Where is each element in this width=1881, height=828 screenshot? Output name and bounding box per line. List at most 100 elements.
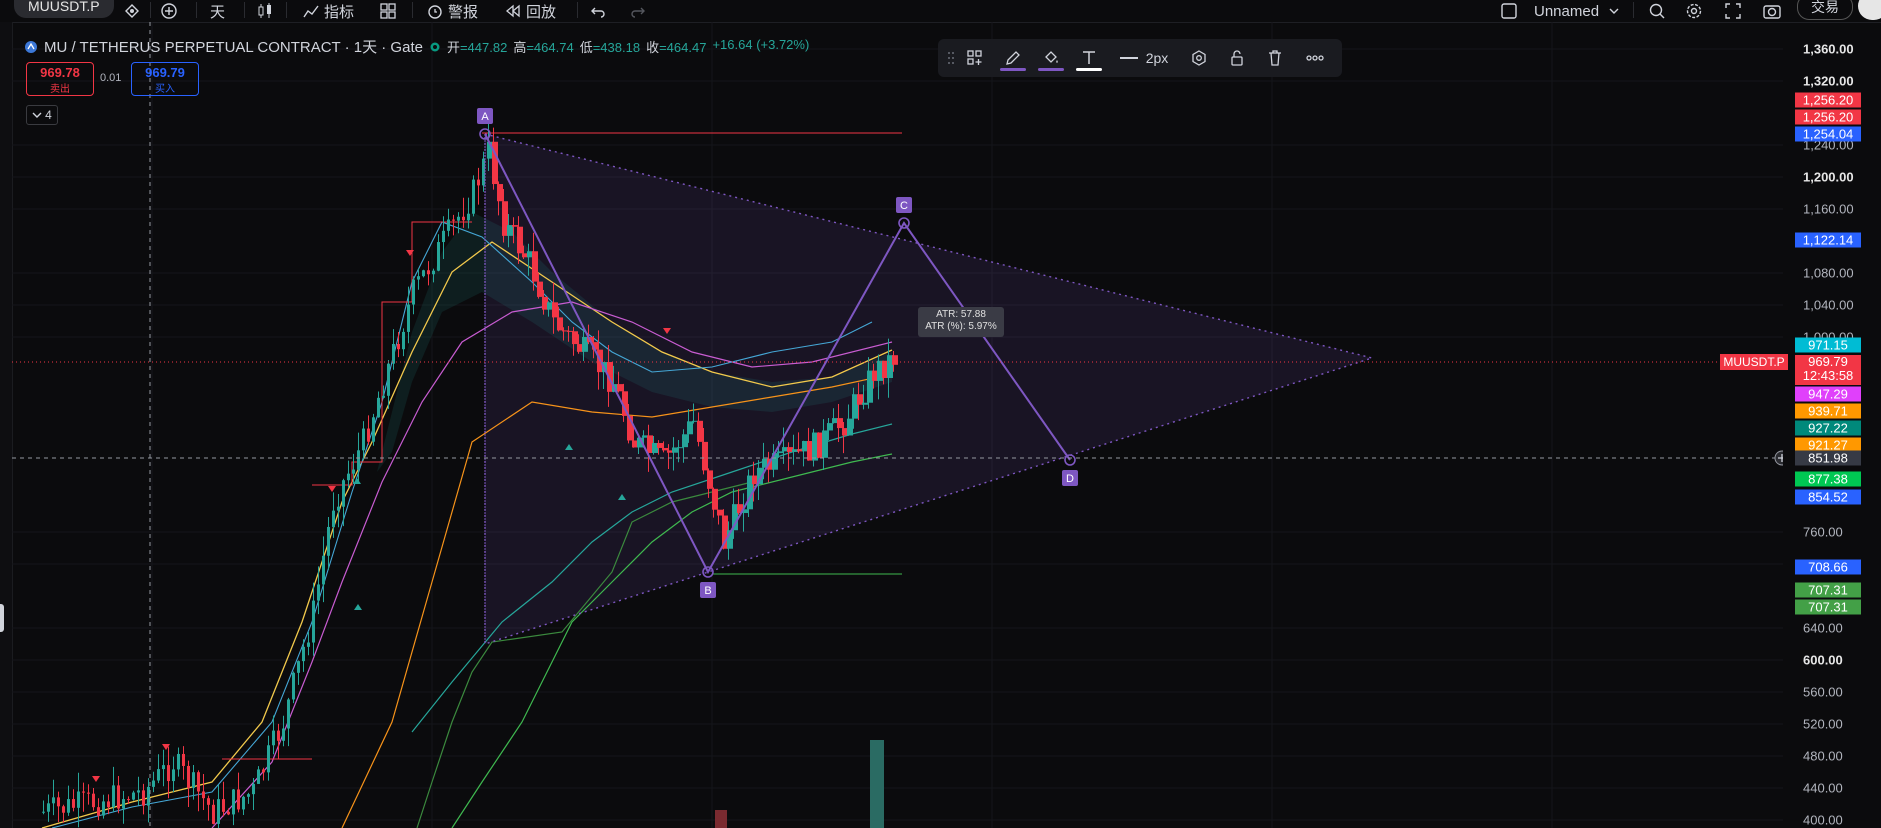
price-tick: 1,080.00 <box>1803 265 1854 281</box>
candle-body <box>682 434 688 448</box>
volume-bar <box>715 810 727 828</box>
sell-button[interactable]: 969.78 卖出 <box>26 62 94 96</box>
price-chart[interactable]: A B C D <box>12 22 1783 828</box>
price-tick: 520.00 <box>1803 716 1843 732</box>
symbol-axis-label: MUUSDT.P <box>1720 354 1788 370</box>
candle-body <box>297 661 300 673</box>
price-label: 854.52 <box>1795 489 1861 505</box>
layout-checkbox[interactable] <box>1500 0 1518 22</box>
crosshair-plus-icon <box>1774 450 1783 466</box>
pencil-icon <box>1006 51 1020 65</box>
line-width-icon <box>1119 57 1138 59</box>
candle-body <box>697 420 703 442</box>
divider <box>150 2 151 18</box>
fullscreen-icon[interactable] <box>1724 0 1742 22</box>
candle-body <box>107 801 110 808</box>
candle-body <box>417 276 420 280</box>
candle-body <box>827 423 833 431</box>
candle-body <box>847 418 853 436</box>
candle-body <box>212 804 215 824</box>
candle-body <box>277 730 280 741</box>
market-open-dot-icon <box>430 42 440 51</box>
add-symbol-icon[interactable] <box>160 0 178 22</box>
fill-color-button[interactable] <box>1036 39 1066 77</box>
candle-body <box>112 785 115 808</box>
interval-button[interactable]: 天 <box>210 0 225 22</box>
candle-body <box>217 799 220 824</box>
candle-body <box>252 783 255 795</box>
candle-body <box>442 230 445 243</box>
trade-label: 交易 <box>1811 0 1839 15</box>
candle-body <box>122 799 125 809</box>
price-tick: 1,040.00 <box>1803 297 1854 313</box>
undo-icon[interactable] <box>590 0 606 22</box>
symbol-search-button[interactable]: MUUSDT.P <box>14 0 114 18</box>
trash-icon[interactable] <box>1260 39 1290 77</box>
replay-label: 回放 <box>526 3 557 21</box>
candle-body <box>707 470 713 489</box>
open-value: =447.82 <box>459 40 508 55</box>
symbol-name: MUUSDT.P <box>28 0 100 14</box>
change-value: +16.64 (+3.72%) <box>712 37 810 52</box>
quick-search-icon[interactable] <box>1648 0 1666 22</box>
candle-body <box>172 769 175 782</box>
price-axis[interactable]: 1,360.00 1,320.00 1,240.00 1,200.00 1,160.00… <box>1783 22 1881 828</box>
template-add-icon[interactable] <box>960 39 990 77</box>
price-label: 708.66 <box>1795 559 1861 575</box>
candle-body <box>372 417 375 442</box>
price-label: 971.15 <box>1795 337 1861 353</box>
line-color-button[interactable] <box>998 39 1028 77</box>
candle-body <box>282 728 285 741</box>
candle-body <box>77 791 80 808</box>
layout-name-button[interactable]: Unnamed <box>1534 0 1599 22</box>
candle-body <box>712 488 718 510</box>
indicators-button[interactable]: 指标 <box>302 0 354 22</box>
redo-icon[interactable] <box>630 0 646 22</box>
price-tick: 400.00 <box>1803 812 1843 828</box>
settings-gear-icon[interactable] <box>1685 0 1703 22</box>
paint-bucket-icon <box>1045 51 1058 63</box>
candle-body <box>52 797 55 804</box>
candle-body <box>407 304 410 332</box>
left-toolbar-handle[interactable] <box>0 604 4 632</box>
text-color-button[interactable] <box>1074 39 1104 77</box>
alert-button[interactable]: 警报 <box>426 0 478 22</box>
trade-button[interactable]: 交易 <box>1797 0 1853 20</box>
lock-icon[interactable] <box>1222 39 1252 77</box>
more-options-icon[interactable] <box>1300 39 1330 77</box>
line-width-button[interactable]: 2px <box>1112 39 1176 77</box>
buy-button[interactable]: 969.79 买入 <box>131 62 199 96</box>
indicators-collapse-button[interactable]: 4 <box>26 105 58 125</box>
indicators-icon <box>303 5 319 18</box>
candle-body <box>552 302 558 318</box>
price-tick: 1,360.00 <box>1803 41 1854 57</box>
camera-icon[interactable] <box>1762 0 1782 22</box>
candle-body <box>532 251 538 282</box>
text-color-swatch <box>1076 68 1102 71</box>
top-toolbar: MUUSDT.P 天 指标 警报 回放 Unnamed 交易 <box>0 0 1881 23</box>
candle-body <box>227 811 230 815</box>
avatar[interactable] <box>1858 0 1881 20</box>
settings-hexagon-icon[interactable] <box>1184 39 1214 77</box>
drag-handle-icon[interactable] <box>946 39 956 77</box>
price-tick: 640.00 <box>1803 620 1843 636</box>
candle-body <box>402 331 405 350</box>
candle-body <box>392 343 395 364</box>
candle-body <box>617 384 623 392</box>
chevron-down-icon[interactable] <box>1608 0 1620 22</box>
candle-body <box>427 270 430 275</box>
compare-diamond-icon[interactable] <box>124 0 140 22</box>
pen-color-swatch <box>1000 68 1026 71</box>
pattern-point-label: A <box>481 111 489 123</box>
candle-body <box>672 447 678 453</box>
candle-body <box>397 343 400 350</box>
templates-icon[interactable] <box>379 0 397 22</box>
candle-body <box>132 792 135 800</box>
candle-body <box>82 791 85 793</box>
candle-type-icon[interactable] <box>256 0 274 22</box>
alert-label: 警报 <box>448 3 479 21</box>
candle-body <box>457 216 460 221</box>
candle-body <box>537 281 543 297</box>
replay-button[interactable]: 回放 <box>504 0 556 22</box>
candle-body <box>247 794 250 797</box>
